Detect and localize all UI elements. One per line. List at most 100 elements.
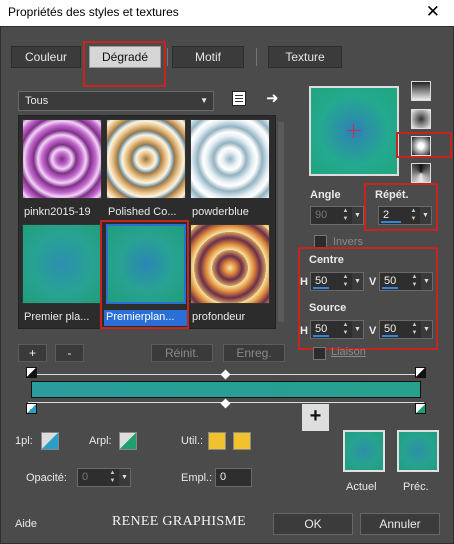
source-label: Source <box>309 302 347 314</box>
source-v-value: 50 <box>384 323 397 335</box>
source-h-spinbox[interactable]: 50 ▲ ▼ ▼ <box>310 320 364 339</box>
remove-button[interactable]: - <box>55 344 84 362</box>
repeat-label: Répét. <box>375 189 409 201</box>
link-checkbox[interactable] <box>313 347 326 360</box>
link-label: Liaison <box>331 346 366 358</box>
sunburst-style-icon[interactable] <box>411 163 431 183</box>
gallery-scrollbar[interactable] <box>278 122 284 322</box>
chevron-down-icon[interactable]: ▼ <box>352 207 363 224</box>
location-field[interactable]: 0 <box>215 468 252 487</box>
chevron-down-icon[interactable]: ▼ <box>119 469 130 486</box>
tab-couleur[interactable]: Couleur <box>11 46 81 68</box>
chevron-down-icon[interactable]: ▼ <box>352 321 363 338</box>
angle-value: 90 <box>315 209 328 221</box>
category-select[interactable]: Tous ▼ <box>18 91 214 111</box>
first-plan-swatch-icon[interactable] <box>41 432 59 450</box>
chevron-down-icon[interactable]: ▼ <box>421 273 432 290</box>
rectangular-style-icon[interactable] <box>411 109 431 129</box>
color-stop-end-icon[interactable] <box>415 403 426 414</box>
linear-style-icon[interactable] <box>411 81 431 101</box>
invert-label: Invers <box>333 236 363 248</box>
source-v-label: V <box>369 325 377 337</box>
center-h-spinbox[interactable]: 50 ▲ ▼ ▼ <box>310 272 364 291</box>
opacity-stop-start-icon[interactable] <box>26 367 37 378</box>
arrow-right-icon[interactable]: ➜ <box>266 89 279 107</box>
color-stop-start-icon[interactable] <box>26 403 37 414</box>
gallery-label: pinkn2015-19 <box>24 206 91 218</box>
cancel-button[interactable]: Annuler <box>360 513 440 535</box>
center-v-label: V <box>369 276 377 288</box>
tab-degrade[interactable]: Dégradé <box>89 46 161 68</box>
repeat-spinbox[interactable]: 2 ▲ ▼ ▼ <box>378 206 432 225</box>
slider-fill <box>381 221 401 223</box>
location-label: Empl.: <box>181 472 213 484</box>
spin-arrows-icon[interactable]: ▲ ▼ <box>410 273 419 290</box>
tab-texture[interactable]: Texture <box>268 46 342 68</box>
gallery-label: Polished Co... <box>108 206 177 218</box>
gallery-label: Premier pla... <box>24 311 90 323</box>
library-icon[interactable] <box>232 91 246 106</box>
source-v-spinbox[interactable]: 50 ▲ ▼ ▼ <box>379 320 433 339</box>
gradient-bar[interactable] <box>31 381 421 398</box>
user-label: Util.: <box>181 435 203 447</box>
close-icon[interactable]: ✕ <box>426 2 440 22</box>
slider-fill <box>382 335 398 337</box>
opacity-stop-end-icon[interactable] <box>415 367 426 378</box>
add-button[interactable]: + <box>18 344 47 362</box>
spin-arrows-icon[interactable]: ▲ ▼ <box>410 321 419 338</box>
gradient-preview[interactable] <box>309 86 399 176</box>
angle-label: Angle <box>310 189 341 201</box>
watermark-text: RENEE GRAPHISME <box>112 514 247 529</box>
user-swatch-icon[interactable] <box>208 432 226 450</box>
background-plan-swatch-icon[interactable] <box>119 432 137 450</box>
center-crosshair-icon <box>347 124 361 138</box>
spin-arrows-icon[interactable]: ▲ ▼ <box>108 469 117 486</box>
gallery-thumb[interactable] <box>22 224 102 304</box>
source-h-label: H <box>300 325 308 337</box>
user-swatch-icon[interactable] <box>233 432 251 450</box>
add-swatch-button[interactable]: + <box>302 404 329 431</box>
reset-button[interactable]: Réinit. <box>151 344 213 362</box>
gallery-label-selected: Premierplan... <box>104 310 188 326</box>
category-select-value: Tous <box>25 95 49 107</box>
first-plan-label: 1pl: <box>15 435 33 447</box>
center-v-value: 50 <box>384 275 397 287</box>
radial-style-icon[interactable] <box>411 136 431 156</box>
source-h-value: 50 <box>315 323 328 335</box>
chevron-down-icon[interactable]: ▼ <box>420 207 431 224</box>
spin-arrows-icon[interactable]: ▲ ▼ <box>341 207 350 224</box>
gallery-label: profondeur <box>192 311 246 323</box>
previous-swatch[interactable] <box>397 430 439 472</box>
repeat-value: 2 <box>383 209 390 221</box>
gallery-thumb[interactable] <box>22 119 102 199</box>
slider-fill <box>382 287 398 289</box>
help-link[interactable]: Aide <box>15 518 37 530</box>
gallery-thumb[interactable] <box>190 119 270 199</box>
spin-arrows-icon[interactable]: ▲ ▼ <box>341 321 350 338</box>
previous-label: Préc. <box>403 481 429 493</box>
gallery-thumb-selected[interactable] <box>106 224 186 304</box>
spin-arrows-icon[interactable]: ▲ ▼ <box>341 273 350 290</box>
invert-checkbox[interactable] <box>314 235 327 248</box>
save-button[interactable]: Enreg. <box>223 344 285 362</box>
angle-spinbox[interactable]: 90 ▲ ▼ ▼ <box>310 206 364 225</box>
gallery-thumb[interactable] <box>106 119 186 199</box>
current-label: Actuel <box>346 481 377 493</box>
spin-arrows-icon[interactable]: ▲ ▼ <box>409 207 418 224</box>
slider-fill <box>313 335 329 337</box>
gallery-label: powderblue <box>192 206 249 218</box>
center-h-label: H <box>300 276 308 288</box>
tab-motif[interactable]: Motif <box>172 46 244 68</box>
chevron-down-icon[interactable]: ▼ <box>352 273 363 290</box>
slider-fill <box>313 287 329 289</box>
gallery-thumb[interactable] <box>190 224 270 304</box>
current-swatch[interactable] <box>343 430 385 472</box>
opacity-label: Opacité: <box>26 472 67 484</box>
center-h-value: 50 <box>315 275 328 287</box>
opacity-spinbox[interactable]: 0 ▲ ▼ ▼ <box>77 468 131 487</box>
ok-button[interactable]: OK <box>273 513 353 535</box>
center-v-spinbox[interactable]: 50 ▲ ▼ ▼ <box>379 272 433 291</box>
center-label: Centre <box>309 254 344 266</box>
title-bar: Propriétés des styles et textures ✕ <box>0 0 454 26</box>
chevron-down-icon[interactable]: ▼ <box>421 321 432 338</box>
